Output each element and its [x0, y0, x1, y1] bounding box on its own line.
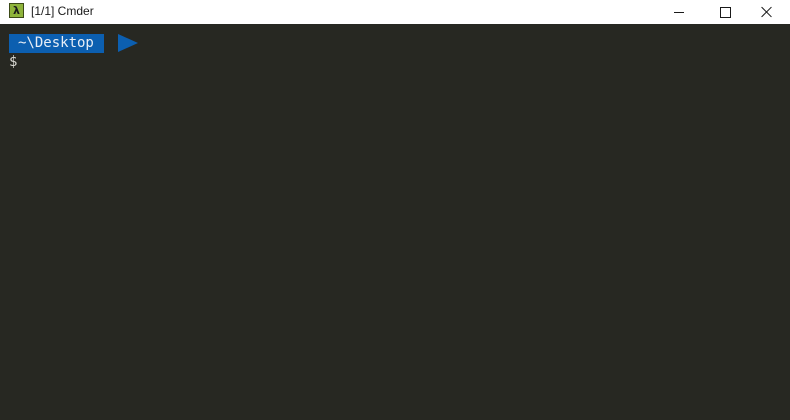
- maximize-icon: [719, 6, 731, 18]
- minimize-button[interactable]: [656, 0, 702, 24]
- prompt-symbol: $: [9, 54, 18, 70]
- title-bar[interactable]: λ [1/1] Cmder: [0, 0, 790, 24]
- cmder-window: λ [1/1] Cmder ~\Desktop $: [0, 0, 790, 420]
- command-input[interactable]: [22, 53, 30, 72]
- close-icon: [761, 6, 773, 18]
- minimize-icon: [674, 11, 684, 13]
- terminal-console[interactable]: ~\Desktop $: [0, 26, 790, 420]
- maximize-button[interactable]: [702, 0, 748, 24]
- prompt-path-segment: ~\Desktop: [9, 34, 104, 53]
- lambda-icon[interactable]: λ: [9, 3, 24, 18]
- prompt-arrow-icon: [118, 34, 138, 52]
- close-button[interactable]: [744, 0, 790, 24]
- window-title: [1/1] Cmder: [31, 4, 94, 18]
